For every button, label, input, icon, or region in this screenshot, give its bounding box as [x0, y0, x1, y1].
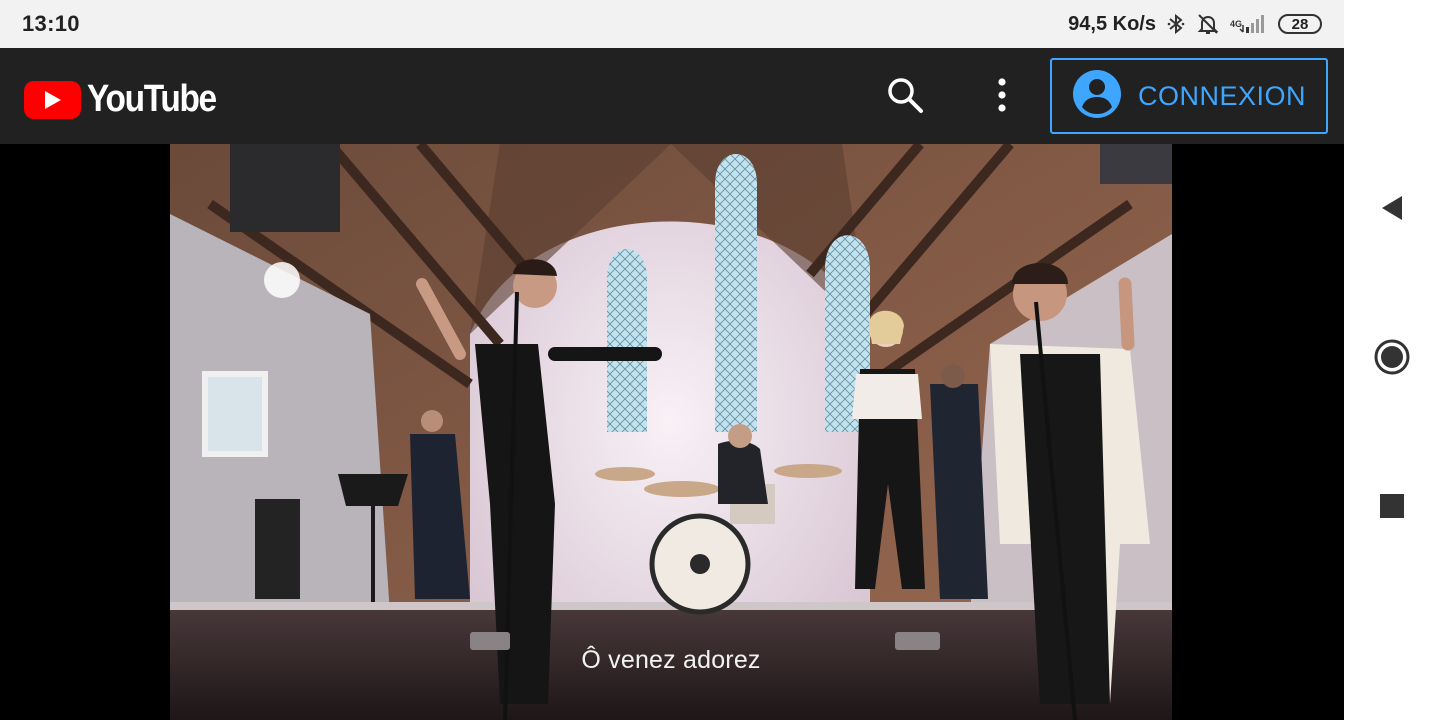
video-player[interactable]: Ô venez adorez	[0, 144, 1344, 720]
bell-off-icon	[1196, 12, 1220, 36]
recents-icon	[1379, 493, 1405, 524]
youtube-wordmark: YouTube	[87, 78, 217, 120]
subtitle-caption: Ô venez adorez	[581, 646, 761, 674]
sign-in-label: CONNEXION	[1138, 80, 1307, 111]
video-scene	[170, 144, 1172, 720]
youtube-app-bar: YouTube CONNEXION	[0, 48, 1344, 144]
battery-icon: 28	[1278, 14, 1322, 34]
status-bar: 13:10 94,5 Ko/s 4G 28	[0, 0, 1344, 48]
youtube-play-icon	[24, 80, 81, 119]
back-button[interactable]	[1368, 186, 1416, 234]
home-icon	[1373, 338, 1411, 381]
video-frame[interactable]: Ô venez adorez	[170, 144, 1172, 720]
signal-icon: 4G	[1230, 13, 1268, 35]
home-button[interactable]	[1368, 335, 1416, 383]
search-icon	[886, 76, 924, 119]
status-indicators: 94,5 Ko/s 4G 28	[1068, 12, 1322, 36]
network-speed: 94,5 Ko/s	[1068, 12, 1156, 35]
android-nav-bar	[1344, 0, 1440, 720]
more-options-button[interactable]	[985, 76, 1019, 118]
battery-level: 28	[1291, 15, 1309, 33]
account-icon	[1072, 69, 1122, 124]
bluetooth-icon	[1166, 13, 1186, 35]
search-button[interactable]	[884, 76, 926, 118]
back-icon	[1379, 194, 1405, 227]
recents-button[interactable]	[1368, 484, 1416, 532]
youtube-logo[interactable]: YouTube	[24, 78, 233, 121]
sign-in-button[interactable]: CONNEXION	[1050, 58, 1328, 134]
more-vert-icon	[997, 77, 1007, 117]
status-time: 13:10	[22, 11, 80, 36]
